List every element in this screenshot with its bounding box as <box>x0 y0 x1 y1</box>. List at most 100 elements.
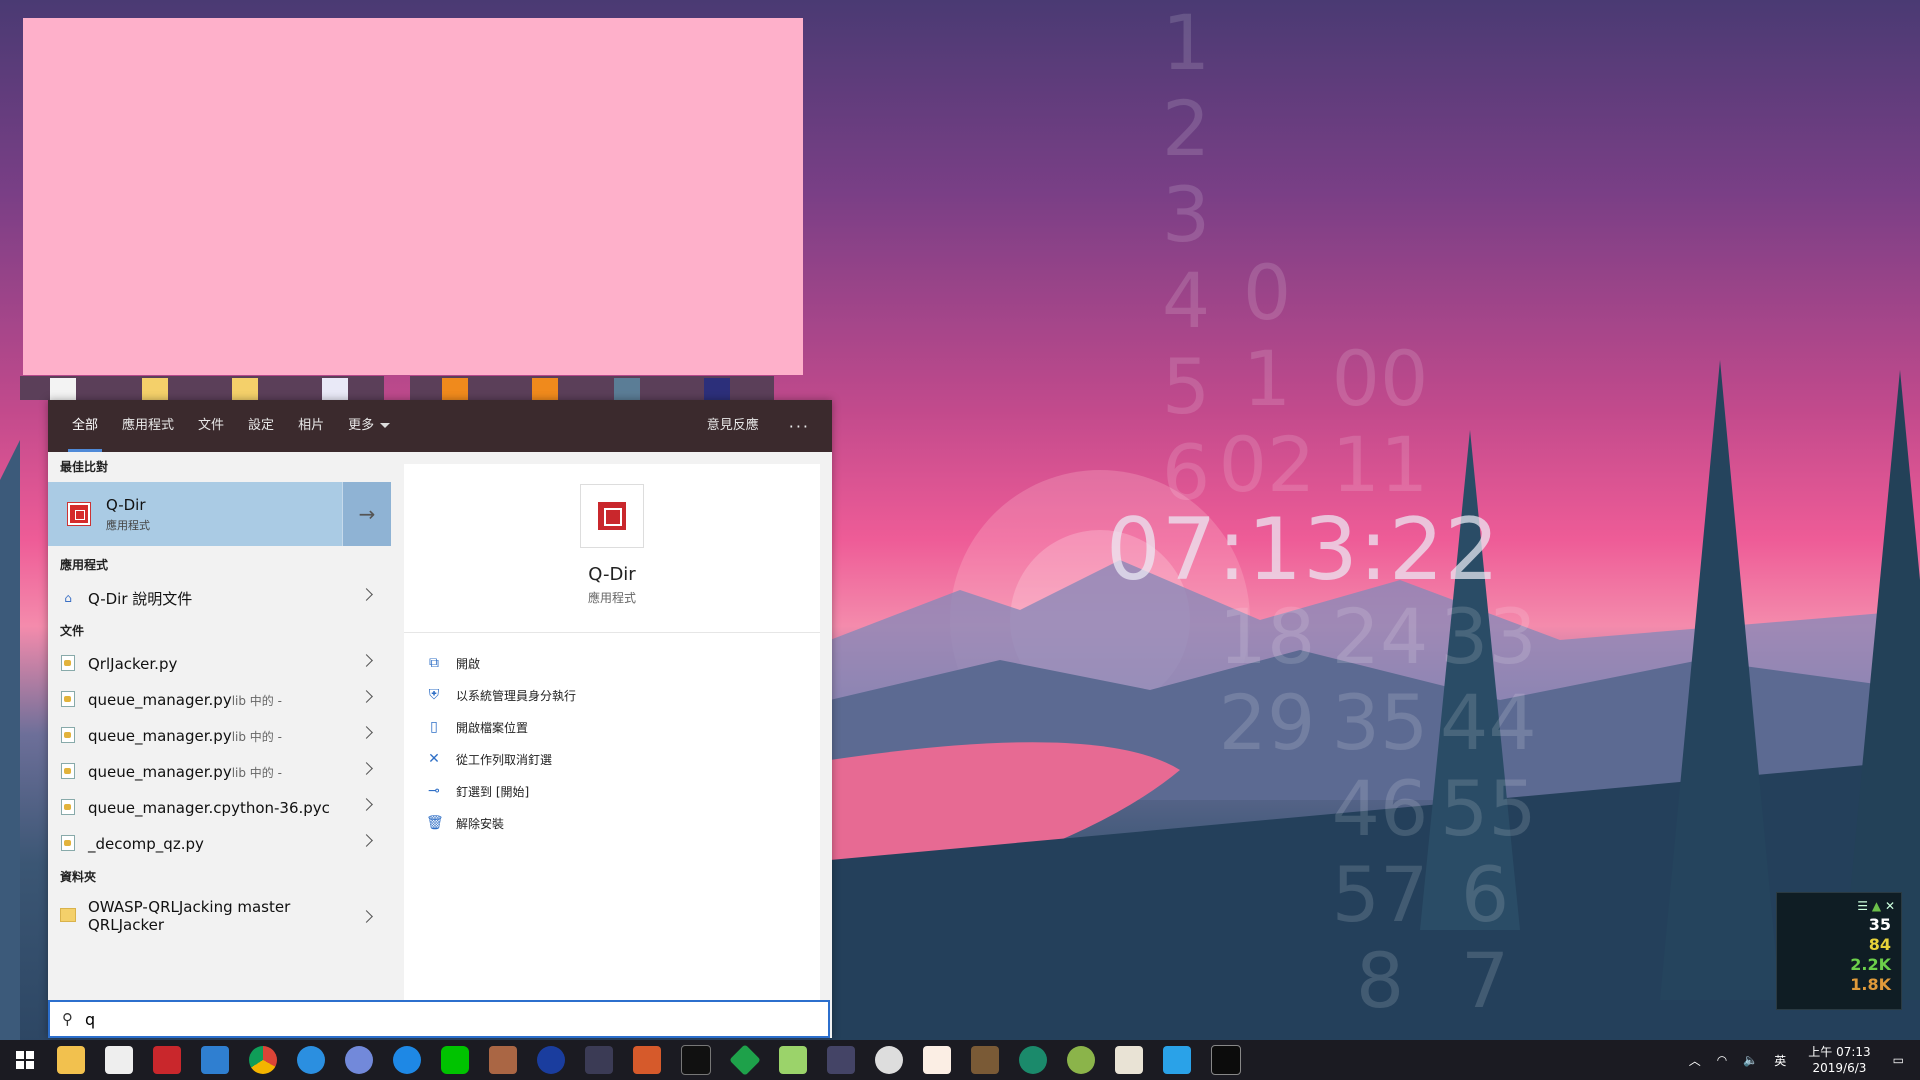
tab-apps[interactable]: 應用程式 <box>110 400 186 452</box>
app-icon-orange[interactable] <box>633 1046 661 1074</box>
best-match-name: Q-Dir <box>106 495 146 514</box>
line-icon[interactable] <box>441 1046 469 1074</box>
messenger-icon[interactable] <box>393 1046 421 1074</box>
file-explorer-icon[interactable] <box>57 1046 85 1074</box>
vlc-icon[interactable] <box>532 378 558 400</box>
list-item-label: queue_manager.cpython-36.pyc <box>88 799 330 817</box>
action-label: 開啟 <box>456 656 481 671</box>
minecraft-icon[interactable] <box>971 1046 999 1074</box>
action-label: 釘選到 [開始] <box>456 784 530 799</box>
desktop-image-icon[interactable] <box>704 378 730 400</box>
desktop-doc-icon[interactable] <box>322 378 348 400</box>
action-open[interactable]: ⧉ 開啟 <box>404 647 820 679</box>
action-label: 解除安裝 <box>456 816 505 831</box>
widget-controls[interactable]: ☰ ▲ ✕ <box>1777 893 1901 915</box>
list-item[interactable]: ⌂ Q-Dir 說明文件 <box>48 580 391 616</box>
list-item[interactable]: OWASP-QRLJacking master QRLJacker <box>48 892 391 940</box>
chrome-icon[interactable] <box>249 1046 277 1074</box>
chevron-right-icon[interactable] <box>360 690 373 703</box>
app-icon-shield[interactable] <box>875 1046 903 1074</box>
best-match-item[interactable]: Q-Dir 應用程式 → <box>48 482 391 546</box>
taskbar: ︿ ◠ 🔈 英 上午 07:13 2019/6/3 ▭ <box>0 1040 1920 1080</box>
wallpaper-clock: 07:13:22 <box>1106 500 1501 600</box>
collapse-icon[interactable]: ▲ <box>1872 899 1881 913</box>
desktop-file-icon[interactable] <box>50 378 76 400</box>
desktop-folder-icon[interactable] <box>232 378 258 400</box>
tab-settings[interactable]: 設定 <box>236 400 286 452</box>
list-item[interactable]: _decomp_qz.py <box>48 826 391 862</box>
action-pin-start[interactable]: ⊸ 釘選到 [開始] <box>404 775 820 807</box>
app-icon-teal[interactable] <box>1019 1046 1047 1074</box>
chevron-right-icon[interactable] <box>360 588 373 601</box>
widget-value-1: 35 <box>1868 915 1891 934</box>
app-icon-leaf[interactable] <box>1067 1046 1095 1074</box>
volume-icon[interactable]: 🔈 <box>1743 1053 1758 1067</box>
terminal-icon[interactable] <box>681 1045 711 1075</box>
section-best-match: 最佳比對 <box>60 460 109 474</box>
qdir-taskbar-icon[interactable] <box>153 1046 181 1074</box>
notepad-icon[interactable] <box>779 1046 807 1074</box>
list-item[interactable]: queue_manager.cpython-36.pyc <box>48 790 391 826</box>
wifi-icon[interactable]: ◠ <box>1717 1053 1727 1067</box>
action-open-file-location[interactable]: ▯ 開啟檔案位置 <box>404 711 820 743</box>
desktop-folder-icon[interactable] <box>142 378 168 400</box>
desktop-image-icon[interactable] <box>614 378 640 400</box>
tab-more[interactable]: 更多 <box>336 400 402 452</box>
python-file-icon <box>61 690 75 707</box>
notification-icon[interactable]: ▭ <box>1893 1053 1904 1067</box>
python-file-icon <box>61 654 75 671</box>
chevron-right-icon[interactable] <box>360 910 373 923</box>
app-icon-wacom[interactable] <box>297 1046 325 1074</box>
app-icon-blue[interactable] <box>537 1046 565 1074</box>
menu-icon[interactable]: ☰ <box>1857 899 1868 913</box>
app-icon-character[interactable] <box>923 1046 951 1074</box>
action-uninstall[interactable]: 🗑 解除安裝 <box>404 807 820 839</box>
system-info-icon[interactable] <box>201 1046 229 1074</box>
tab-documents[interactable]: 文件 <box>186 400 236 452</box>
ime-indicator[interactable]: 英 <box>1774 1052 1786 1069</box>
chevron-up-icon[interactable]: ︿ <box>1689 1052 1701 1069</box>
snipping-tool-icon[interactable] <box>585 1046 613 1074</box>
uninstall-icon: 🗑 <box>426 815 444 831</box>
list-item[interactable]: queue_manager.py lib 中的 - <box>48 718 391 754</box>
taskbar-time: 上午 07:13 <box>1808 1045 1871 1059</box>
close-icon[interactable]: ✕ <box>1885 899 1895 913</box>
chevron-right-icon[interactable] <box>360 654 373 667</box>
search-input[interactable] <box>83 1008 687 1030</box>
preview-pane: Q-Dir 應用程式 ⧉ 開啟 ⛨ 以系統管理員身分執行 ▯ 開啟檔案位置 ✕ 從工作列… <box>404 464 820 1037</box>
divider <box>404 632 820 633</box>
chevron-right-icon[interactable] <box>360 798 373 811</box>
app-icon-box[interactable] <box>1115 1046 1143 1074</box>
discord-icon[interactable] <box>345 1046 373 1074</box>
list-item[interactable]: QrlJacker.py <box>48 646 391 682</box>
list-item[interactable]: queue_manager.py lib 中的 - <box>48 754 391 790</box>
action-run-as-admin[interactable]: ⛨ 以系統管理員身分執行 <box>404 679 820 711</box>
action-unpin-taskbar[interactable]: ✕ 從工作列取消釘選 <box>404 743 820 775</box>
app-icon-game[interactable] <box>489 1046 517 1074</box>
arrow-right-icon[interactable]: → <box>342 482 391 546</box>
app-icon-monitor[interactable] <box>827 1046 855 1074</box>
list-item-label: _decomp_qz.py <box>88 835 204 853</box>
section-folders: 資料夾 <box>60 870 97 884</box>
chevron-right-icon[interactable] <box>360 762 373 775</box>
more-options-button[interactable]: ··· <box>771 417 832 436</box>
app-icon-wave[interactable] <box>1163 1046 1191 1074</box>
file-location-icon: ▯ <box>430 719 438 735</box>
chevron-right-icon[interactable] <box>360 726 373 739</box>
qdir-app-icon <box>68 503 90 525</box>
app-icon-green-diamond[interactable] <box>729 1044 761 1076</box>
cmd-icon-active[interactable] <box>1211 1045 1241 1075</box>
list-item[interactable]: queue_manager.py lib 中的 - <box>48 682 391 718</box>
tab-all[interactable]: 全部 <box>60 400 110 452</box>
search-box[interactable]: ⚲ <box>48 1000 830 1038</box>
vlc-icon[interactable] <box>442 378 468 400</box>
feedback-button[interactable]: 意見反應 <box>695 400 771 452</box>
preview-title: Q-Dir <box>588 564 636 585</box>
store-icon[interactable] <box>105 1046 133 1074</box>
system-monitor-widget: ☰ ▲ ✕ 35 84 2.2K 1.8K <box>1776 892 1902 1010</box>
chevron-right-icon[interactable] <box>360 834 373 847</box>
windows-start-icon[interactable] <box>16 1051 34 1069</box>
tab-photos[interactable]: 相片 <box>286 400 336 452</box>
preview-subtitle: 應用程式 <box>587 591 636 605</box>
taskbar-clock[interactable]: 上午 07:13 2019/6/3 <box>1808 1044 1870 1076</box>
